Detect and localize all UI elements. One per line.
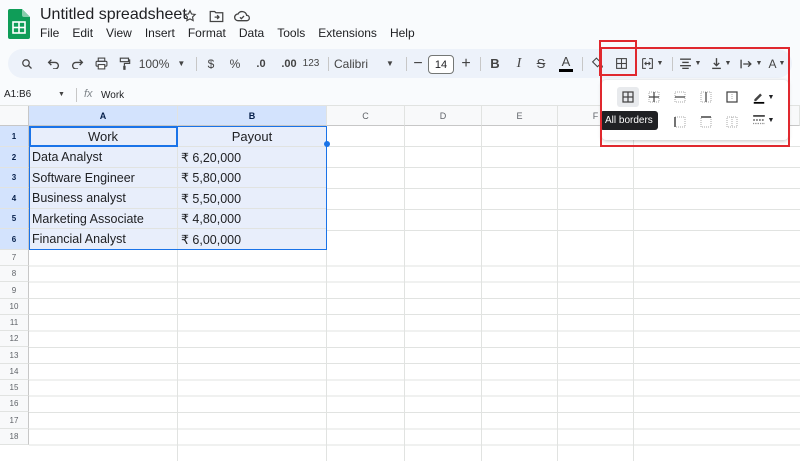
- row-header-1[interactable]: 1: [0, 126, 29, 147]
- font-select[interactable]: Calibri ▼: [334, 49, 404, 78]
- cell-a4[interactable]: Business analyst: [29, 188, 178, 209]
- row-header-8[interactable]: 8: [0, 266, 29, 282]
- chevron-down-icon: ▼: [177, 59, 186, 68]
- move-folder-icon[interactable]: [208, 8, 224, 24]
- zoom-value: 100%: [138, 56, 170, 71]
- menu-file[interactable]: File: [40, 26, 64, 40]
- borders-menu-highlight: [600, 47, 790, 147]
- row-lines-lower: [29, 250, 800, 461]
- increase-decimal-button[interactable]: .00: [276, 49, 302, 78]
- menu-edit[interactable]: Edit: [72, 26, 98, 40]
- row-header-17[interactable]: 17: [0, 412, 29, 429]
- row-header-10[interactable]: 10: [0, 299, 29, 315]
- row-header-7[interactable]: 7: [0, 250, 29, 266]
- row-header-3[interactable]: 3: [0, 168, 29, 188]
- text-color-button[interactable]: A: [556, 49, 576, 78]
- document-title[interactable]: Untitled spreadsheet: [40, 6, 187, 24]
- row-header-12[interactable]: 12: [0, 331, 29, 347]
- cell-b5[interactable]: ₹ 4,80,000: [178, 209, 327, 229]
- row-header-11[interactable]: 11: [0, 315, 29, 331]
- cell-b1[interactable]: Payout: [178, 126, 327, 147]
- star-icon[interactable]: [182, 8, 198, 24]
- cell-b3[interactable]: ₹ 5,80,000: [178, 168, 327, 188]
- cell-a5[interactable]: Marketing Associate: [29, 209, 178, 229]
- name-box[interactable]: A1:B6: [4, 89, 31, 100]
- paint-format-icon[interactable]: [116, 49, 134, 78]
- row-header-9[interactable]: 9: [0, 282, 29, 299]
- cell-b4[interactable]: ₹ 5,50,000: [178, 188, 327, 209]
- text-color-glyph: A: [561, 53, 571, 69]
- row-header-16[interactable]: 16: [0, 396, 29, 412]
- active-cell-outline: [29, 126, 178, 147]
- menu-bar: File Edit View Insert Format Data Tools …: [40, 26, 428, 40]
- column-line-b: [177, 250, 178, 461]
- function-icon: fx: [84, 88, 93, 100]
- fill-handle[interactable]: [324, 141, 330, 147]
- row-header-15[interactable]: 15: [0, 380, 29, 396]
- font-name: Calibri: [334, 56, 369, 71]
- column-header-e[interactable]: E: [482, 106, 558, 126]
- spreadsheet-grid: A B C D E F G 1 2 3 4 5 6 7 8 9 10 11 12…: [0, 106, 800, 461]
- more-formats-button[interactable]: 123: [300, 49, 322, 78]
- chevron-down-icon[interactable]: ▼: [58, 91, 65, 98]
- cell-b2[interactable]: ₹ 6,20,000: [178, 147, 327, 168]
- currency-format-button[interactable]: $: [204, 49, 218, 78]
- row-header-13[interactable]: 13: [0, 347, 29, 364]
- undo-icon[interactable]: [44, 49, 62, 78]
- menu-format[interactable]: Format: [188, 26, 231, 40]
- cell-b6[interactable]: ₹ 6,00,000: [178, 229, 327, 250]
- font-size-input[interactable]: 14: [428, 55, 454, 74]
- menu-data[interactable]: Data: [239, 26, 269, 40]
- column-line-c: [326, 250, 327, 461]
- menu-extensions[interactable]: Extensions: [318, 26, 382, 40]
- redo-icon[interactable]: [68, 49, 86, 78]
- strikethrough-button[interactable]: S: [532, 49, 550, 78]
- decrease-font-size-icon[interactable]: −: [410, 49, 426, 78]
- cell-a6[interactable]: Financial Analyst: [29, 229, 178, 250]
- cloud-status-icon[interactable]: [234, 8, 250, 24]
- increase-font-size-icon[interactable]: +: [458, 49, 474, 78]
- cell-a2[interactable]: Data Analyst: [29, 147, 178, 168]
- print-icon[interactable]: [92, 49, 110, 78]
- menu-view[interactable]: View: [106, 26, 137, 40]
- menu-help[interactable]: Help: [390, 26, 420, 40]
- column-header-b[interactable]: B: [178, 106, 327, 126]
- row-header-14[interactable]: 14: [0, 364, 29, 380]
- decrease-decimal-button[interactable]: .0: [250, 49, 272, 78]
- sheets-logo-icon[interactable]: [8, 9, 30, 39]
- row-header-6[interactable]: 6: [0, 229, 29, 250]
- row-header-5[interactable]: 5: [0, 209, 29, 229]
- row-header-4[interactable]: 4: [0, 188, 29, 209]
- column-header-d[interactable]: D: [405, 106, 482, 126]
- column-header-a[interactable]: A: [29, 106, 178, 126]
- chevron-down-icon: ▼: [386, 59, 394, 68]
- zoom-select[interactable]: 100% ▼: [138, 49, 186, 78]
- column-header-c[interactable]: C: [327, 106, 405, 126]
- row-header-18[interactable]: 18: [0, 429, 29, 445]
- menu-tools[interactable]: Tools: [277, 26, 310, 40]
- menu-insert[interactable]: Insert: [145, 26, 180, 40]
- italic-button[interactable]: I: [510, 49, 528, 78]
- formula-input[interactable]: Work: [101, 90, 124, 101]
- bold-button[interactable]: B: [486, 49, 504, 78]
- row-header-2[interactable]: 2: [0, 147, 29, 168]
- search-menus-icon[interactable]: [18, 49, 36, 78]
- text-color-bar: [559, 68, 573, 72]
- cell-a3[interactable]: Software Engineer: [29, 168, 178, 188]
- percent-format-button[interactable]: %: [228, 49, 242, 78]
- select-all-corner[interactable]: [0, 106, 29, 126]
